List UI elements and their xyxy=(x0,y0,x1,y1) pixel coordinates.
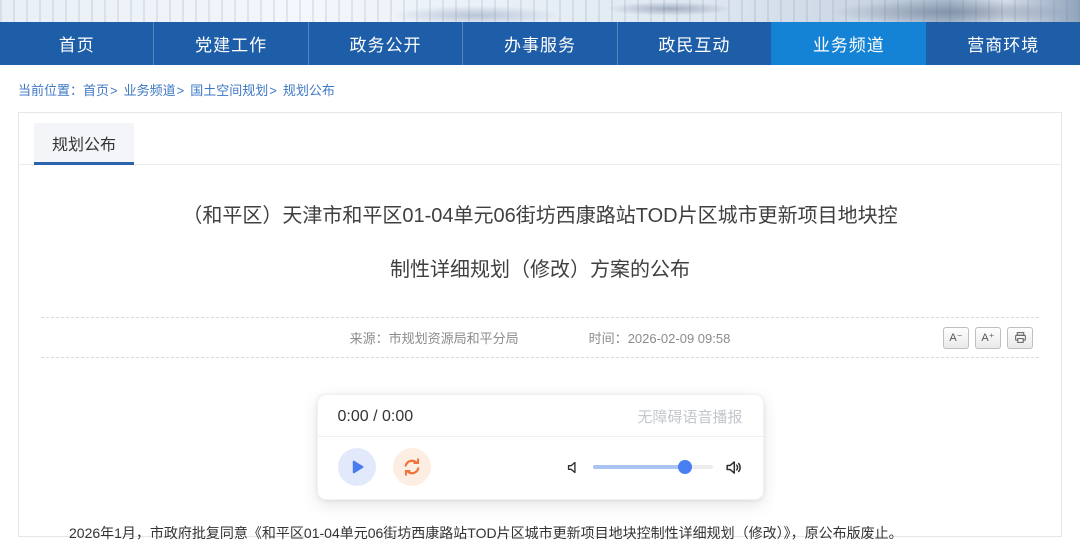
nav-item[interactable]: 业务频道 xyxy=(771,22,925,65)
nav-item[interactable]: 首页 xyxy=(0,22,153,65)
nav-item-label: 业务频道 xyxy=(813,31,885,56)
nav-item[interactable]: 政民互动 xyxy=(617,22,771,65)
source-value: 市规划资源局和平分局 xyxy=(389,331,519,346)
source-label: 来源： xyxy=(350,331,389,346)
player-header: 0:00 / 0:00 无障碍语音播报 xyxy=(318,395,763,437)
article-title-line1: （和平区）天津市和平区01-04单元06街坊西康路站TOD片区城市更新项目地块控 xyxy=(130,189,950,243)
font-decrease-button[interactable]: A⁻ xyxy=(943,327,969,349)
nav-item-label: 办事服务 xyxy=(504,31,576,56)
nav-item[interactable]: 党建工作 xyxy=(153,22,307,65)
article-meta-text: 来源：市规划资源局和平分局 时间：2026-02-09 09:58 xyxy=(41,328,1039,347)
article-source: 来源：市规划资源局和平分局 xyxy=(350,328,519,347)
volume-controls xyxy=(565,458,743,477)
volume-slider[interactable] xyxy=(593,465,713,469)
nav-item[interactable]: 政务公开 xyxy=(308,22,462,65)
breadcrumb-separator: > xyxy=(177,83,185,98)
player-controls xyxy=(318,437,763,499)
nav-item-label: 政务公开 xyxy=(350,31,422,56)
article-meta: 来源：市规划资源局和平分局 时间：2026-02-09 09:58 A⁻ A⁺ xyxy=(41,317,1039,358)
breadcrumb-separator: > xyxy=(269,83,277,98)
breadcrumb-separator: > xyxy=(110,83,118,98)
time-value: 2026-02-09 09:58 xyxy=(628,331,731,346)
playback-time: 0:00 / 0:00 xyxy=(338,408,414,426)
play-icon xyxy=(346,456,368,478)
audio-player: 0:00 / 0:00 无障碍语音播报 xyxy=(317,394,764,500)
volume-slider-thumb[interactable] xyxy=(678,460,692,474)
breadcrumb-link[interactable]: 业务频道 xyxy=(124,83,176,98)
volume-slider-fill xyxy=(593,465,685,469)
print-button[interactable] xyxy=(1007,327,1033,349)
player-caption: 无障碍语音播报 xyxy=(637,406,742,427)
article-title: （和平区）天津市和平区01-04单元06街坊西康路站TOD片区城市更新项目地块控… xyxy=(130,189,950,297)
play-button[interactable] xyxy=(338,448,376,486)
volume-low-icon xyxy=(565,459,582,476)
article-title-line2: 制性详细规划（修改）方案的公布 xyxy=(130,243,950,297)
page: 首页 党建工作 政务公开 办事服务 政民互动 业务频道 营商环境 xyxy=(0,0,1080,540)
font-increase-button[interactable]: A⁺ xyxy=(975,327,1001,349)
breadcrumb-prefix: 当前位置： xyxy=(18,83,83,98)
breadcrumb: 当前位置：首页>业务频道>国土空间规划>规划公布 xyxy=(0,65,1080,112)
printer-icon xyxy=(1014,331,1027,344)
nav-item[interactable]: 营商环境 xyxy=(926,22,1080,65)
header-banner-image xyxy=(0,0,1080,22)
nav-item-label: 党建工作 xyxy=(195,31,267,56)
replay-icon xyxy=(401,456,423,478)
content-panel: 规划公布 （和平区）天津市和平区01-04单元06街坊西康路站TOD片区城市更新… xyxy=(18,112,1062,537)
article-time: 时间：2026-02-09 09:58 xyxy=(589,328,731,347)
time-label: 时间： xyxy=(589,331,628,346)
replay-button[interactable] xyxy=(393,448,431,486)
main-nav: 首页 党建工作 政务公开 办事服务 政民互动 业务频道 营商环境 xyxy=(0,22,1080,65)
article-tools: A⁻ A⁺ xyxy=(943,327,1033,349)
breadcrumb-link[interactable]: 首页 xyxy=(83,83,109,98)
breadcrumb-link[interactable]: 规划公布 xyxy=(283,83,335,98)
nav-item[interactable]: 办事服务 xyxy=(462,22,616,65)
nav-item-label: 营商环境 xyxy=(967,31,1039,56)
nav-item-label: 政民互动 xyxy=(658,31,730,56)
volume-high-icon xyxy=(724,458,743,477)
article-paragraph: 2026年1月，市政府批复同意《和平区01-04单元06街坊西康路站TOD片区城… xyxy=(41,522,1039,540)
tab-row: 规划公布 xyxy=(19,113,1061,165)
breadcrumb-link[interactable]: 国土空间规划 xyxy=(190,83,268,98)
tab-planning-announcement[interactable]: 规划公布 xyxy=(34,123,134,165)
nav-item-label: 首页 xyxy=(59,31,95,56)
